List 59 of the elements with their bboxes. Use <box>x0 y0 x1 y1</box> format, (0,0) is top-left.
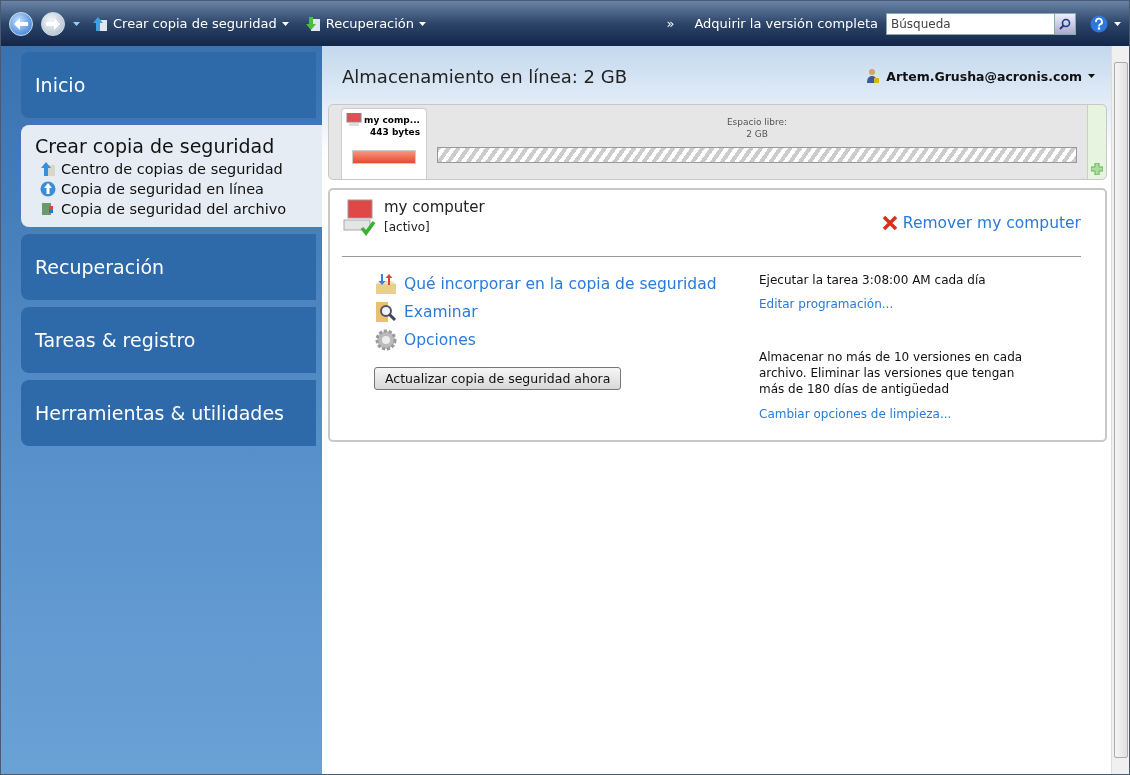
caret-icon <box>1114 21 1121 26</box>
sidebar-link[interactable]: Centro de copias de seguridad <box>40 161 308 177</box>
help-icon[interactable] <box>1090 14 1108 33</box>
computer-icon <box>346 113 362 127</box>
upload-icon <box>40 161 56 177</box>
gear-icon <box>374 329 398 351</box>
device-status: [activo] <box>384 220 431 234</box>
forward-button[interactable] <box>41 11 65 36</box>
schedule-text: Ejecutar la tarea 3:08:00 AM cada día <box>759 273 987 287</box>
action-link[interactable]: Qué incorporar en la copia de seguridad <box>374 273 759 295</box>
edit-schedule-link[interactable]: Editar programación... <box>759 297 1029 311</box>
user-icon <box>866 68 881 84</box>
download-icon <box>304 15 321 32</box>
sidebar-link[interactable]: Copia de seguridad del archivo <box>40 201 308 217</box>
globe-icon <box>40 181 56 197</box>
remove-link[interactable]: Remover my computer <box>881 214 1081 232</box>
retention-text: Almacenar no más de 10 versiones en cada archivo. Eliminar las versiones que tengan más de 180 días de antigüedad <box>759 349 1024 397</box>
action-link[interactable]: Examinar <box>374 301 759 323</box>
device-tab[interactable]: my comp... 443 bytes <box>341 108 427 179</box>
forward-arrow-icon <box>46 17 60 30</box>
upgrade-link[interactable]: Adquirir la versión completa <box>694 16 878 31</box>
overflow-chevron[interactable]: » <box>666 16 675 31</box>
caret-icon <box>281 21 289 26</box>
free-space-value: 2 GB <box>746 128 768 140</box>
magnifier-icon <box>374 301 398 323</box>
device-title: my computer <box>384 198 486 216</box>
section-title[interactable]: Recuperación <box>35 256 302 278</box>
action-link[interactable]: Opciones <box>374 329 759 351</box>
upload-icon <box>92 15 108 32</box>
account-menu[interactable]: Artem.Grusha@acronis.com <box>866 68 1095 84</box>
box-icon <box>374 273 398 295</box>
device-size: 443 bytes <box>369 127 421 137</box>
section-title[interactable]: Herramientas & utilidades <box>35 402 302 424</box>
close-icon <box>881 215 898 231</box>
scrollbar[interactable] <box>1111 46 1129 774</box>
toolbar-menu[interactable]: Crear copia de seguridad <box>88 13 293 34</box>
page-title: Almacenamiento en línea: 2 GB <box>342 65 629 87</box>
caret-icon <box>73 21 80 26</box>
used-space-bar <box>352 150 416 164</box>
sidebar-section[interactable]: Inicio <box>21 52 316 118</box>
sidebar-section[interactable]: Tareas & registro <box>21 307 316 373</box>
sidebar-link[interactable]: Copia de seguridad en línea <box>40 181 308 197</box>
back-button[interactable] <box>9 11 33 36</box>
section-title[interactable]: Inicio <box>35 74 302 96</box>
back-arrow-icon <box>14 17 28 30</box>
sidebar-section[interactable]: Recuperación <box>21 234 316 300</box>
sidebar-section[interactable]: Crear copia de seguridad Centro de copias de seguridad Copia de seguridad en línea Copia de seguridad del archivo <box>21 125 322 227</box>
update-backup-button[interactable]: Actualizar copia de seguridad ahora <box>374 367 622 390</box>
computer-icon <box>342 198 376 236</box>
free-space-label: Espacio libre: <box>726 116 788 128</box>
file-icon <box>40 201 56 217</box>
sidebar-section[interactable]: Herramientas & utilidades <box>21 380 316 446</box>
section-title[interactable]: Crear copia de seguridad <box>35 135 308 157</box>
device-name: my comp... <box>364 115 420 125</box>
caret-icon <box>419 21 427 26</box>
caret-icon <box>1088 74 1095 78</box>
section-title[interactable]: Tareas & registro <box>35 329 302 351</box>
cleanup-options-link[interactable]: Cambiar opciones de limpieza... <box>759 407 1029 421</box>
toolbar-menu[interactable]: Recuperación <box>300 13 431 34</box>
